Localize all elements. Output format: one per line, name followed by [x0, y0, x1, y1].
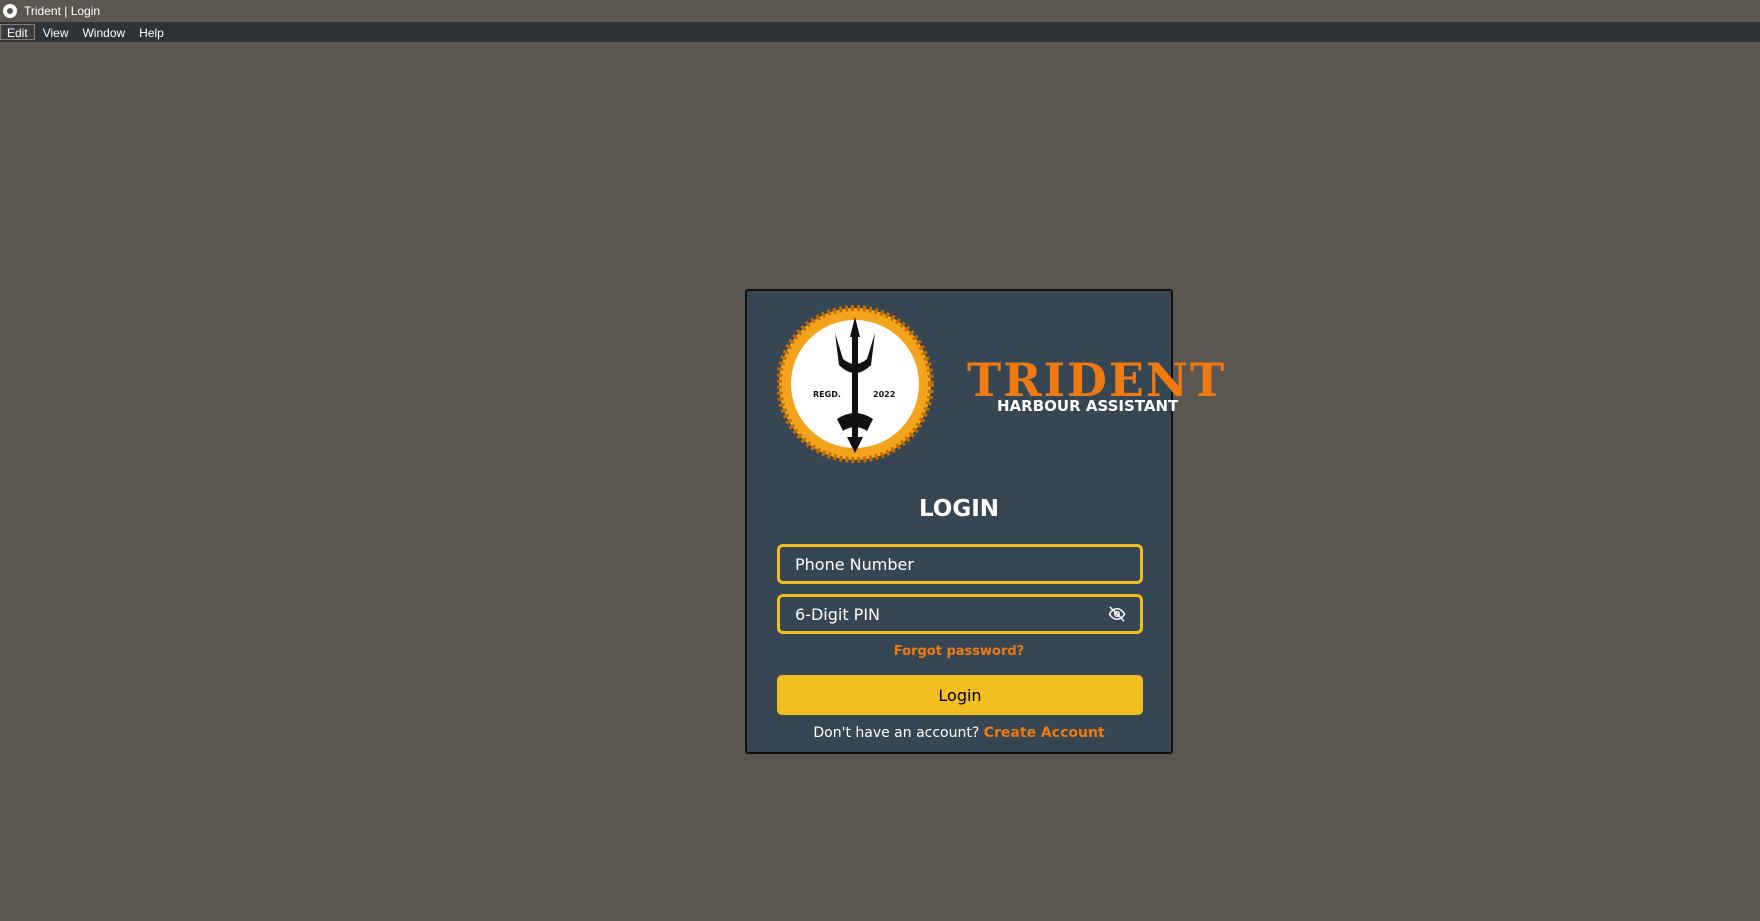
login-card: REGD. 2022 TRIDENT HARBOUR ASSISTANT LOG…	[745, 289, 1224, 754]
login-title: LOGIN	[918, 496, 1000, 522]
create-account-link[interactable]: Create Account	[984, 725, 1105, 741]
no-account-text: Don't have an account?	[813, 725, 980, 741]
phone-field	[777, 544, 1143, 584]
brand-wordmark: TRIDENT HARBOUR ASSISTANT	[967, 357, 1226, 415]
forgot-password-link[interactable]: Forgot password?	[747, 644, 1171, 659]
menu-window[interactable]: Window	[76, 24, 131, 40]
signup-prompt: Don't have an account? Create Account	[747, 725, 1171, 741]
pin-field	[777, 594, 1143, 634]
menu-help[interactable]: Help	[133, 24, 170, 40]
menu-edit[interactable]: Edit	[0, 24, 35, 40]
pin-input[interactable]	[780, 604, 1107, 624]
window-titlebar: Trident | Login	[0, 0, 1760, 22]
phone-input[interactable]	[780, 554, 1140, 574]
svg-text:2022: 2022	[873, 390, 895, 399]
login-button[interactable]: Login	[777, 675, 1143, 715]
menu-bar: Edit View Window Help	[0, 22, 1760, 42]
window-title: Trident | Login	[24, 4, 101, 18]
menu-view[interactable]: View	[37, 24, 75, 40]
trident-seal-icon: REGD. 2022	[776, 305, 934, 463]
trident-logo: REGD. 2022 TRIDENT HARBOUR ASSISTANT	[776, 303, 1224, 465]
eye-off-icon[interactable]	[1107, 604, 1127, 624]
app-icon	[3, 4, 17, 18]
svg-text:REGD.: REGD.	[813, 390, 841, 399]
brand-tagline: HARBOUR ASSISTANT	[997, 397, 1179, 415]
